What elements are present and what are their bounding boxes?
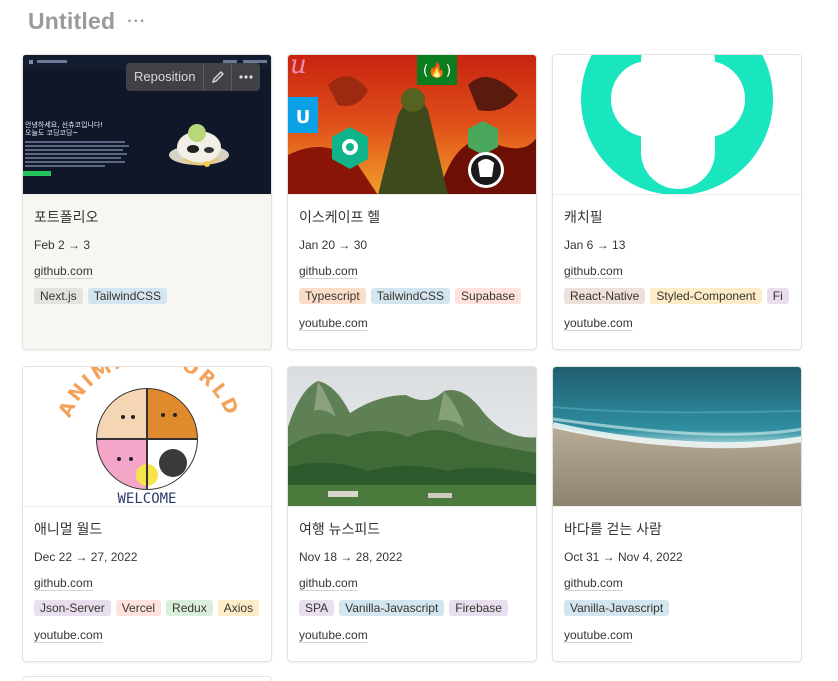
page-header: Untitled ··· xyxy=(28,6,146,36)
card-tags: Next.js TailwindCSS xyxy=(34,288,260,305)
card-cover-animal-world: ANIMAL WORLD WELCOME xyxy=(23,367,271,507)
cover-controls: Reposition xyxy=(126,63,261,91)
plus-logo-image xyxy=(553,55,801,194)
more-horizontal-icon[interactable] xyxy=(232,63,260,91)
card-link-youtube[interactable]: youtube.com xyxy=(299,626,525,644)
card-cover-portfolio: 안녕하세요, 선츄코입니다! 오늘도 코딩코딩~ Reposition xyxy=(23,55,271,195)
card-tags: React-Native Styled-Component Fi xyxy=(564,288,790,305)
more-options-icon[interactable]: ··· xyxy=(127,14,146,30)
gallery-grid: 안녕하세요, 선츄코입니다! 오늘도 코딩코딩~ Reposition 포트폴리… xyxy=(22,54,804,662)
card-title: 애니멀 월드 xyxy=(34,521,103,537)
svg-text:u: u xyxy=(290,55,307,80)
gallery-card-catchpill[interactable]: 캐치필 Jan 6 → 13 github.com React-Native S… xyxy=(552,54,802,350)
animal-world-logo-image: ANIMAL WORLD WELCOME xyxy=(23,367,271,507)
card-cover-travel-newsfeed xyxy=(288,367,536,507)
card-link-youtube[interactable]: youtube.com xyxy=(34,626,260,644)
gallery-card-partial[interactable] xyxy=(22,676,272,681)
card-tags: Vanilla-Javascript xyxy=(564,600,790,617)
tag: Vercel xyxy=(115,600,162,616)
svg-text:(🔥): (🔥) xyxy=(423,62,451,79)
tag: Typescript xyxy=(299,288,366,304)
card-link-youtube[interactable]: youtube.com xyxy=(564,626,790,644)
mountain-photo-image xyxy=(288,367,536,506)
gallery-card-sea-walker[interactable]: 바다를 걷는 사람 Oct 31 → Nov 4, 2022 github.co… xyxy=(552,366,802,662)
card-link-github[interactable]: github.com xyxy=(299,262,525,280)
card-date: Feb 2 → 3 xyxy=(34,238,91,252)
gallery-card-portfolio[interactable]: 안녕하세요, 선츄코입니다! 오늘도 코딩코딩~ Reposition 포트폴리… xyxy=(22,54,272,350)
tag: Next.js xyxy=(34,288,83,304)
gallery-card-travel-newsfeed[interactable]: 여행 뉴스피드 Nov 18 → 28, 2022 github.com SPA… xyxy=(287,366,537,662)
card-date: Dec 22 → 27, 2022 xyxy=(34,550,138,564)
card-link-youtube[interactable]: youtube.com xyxy=(564,314,790,332)
tag: Axios xyxy=(217,600,260,616)
card-title: 바다를 걷는 사람 xyxy=(564,521,662,537)
card-title: 여행 뉴스피드 xyxy=(299,521,381,537)
card-date: Jan 20 → 30 xyxy=(299,238,368,252)
tag: Supabase xyxy=(455,288,522,304)
card-link-github[interactable]: github.com xyxy=(299,574,525,592)
cover-headline-2: 오늘도 코딩코딩~ xyxy=(25,128,78,137)
svg-text:U: U xyxy=(296,107,311,128)
tag: Redux xyxy=(166,600,213,616)
cover-headline-1: 안녕하세요, 선츄코입니다! xyxy=(25,120,103,129)
card-title: 이스케이프 헬 xyxy=(299,209,381,225)
reposition-button[interactable]: Reposition xyxy=(126,63,205,91)
tag: Firebase xyxy=(449,600,508,616)
tag: Vanilla-Javascript xyxy=(564,600,670,616)
card-title: 포트폴리오 xyxy=(34,209,99,225)
tag: Fi xyxy=(766,288,789,304)
doom-artwork-image: u (🔥) U xyxy=(288,55,536,194)
card-date: Oct 31 → Nov 4, 2022 xyxy=(564,550,683,564)
card-link-github[interactable]: github.com xyxy=(564,262,790,280)
card-tags: Typescript TailwindCSS Supabase xyxy=(299,288,525,305)
tag: Vanilla-Javascript xyxy=(339,600,445,616)
card-date: Nov 18 → 28, 2022 xyxy=(299,550,403,564)
page-title[interactable]: Untitled xyxy=(28,8,115,35)
card-cover-escape-hell: u (🔥) U xyxy=(288,55,536,195)
card-link-github[interactable]: github.com xyxy=(564,574,790,592)
gallery-card-escape-hell[interactable]: u (🔥) U 이스케이프 헬 Jan 20 → 30 github.com T… xyxy=(287,54,537,350)
card-cover-catchpill xyxy=(553,55,801,195)
card-link-github[interactable]: github.com xyxy=(34,574,260,592)
card-link-github[interactable]: github.com xyxy=(34,262,260,280)
edit-pencil-icon[interactable] xyxy=(204,63,233,91)
gallery-card-animal-world[interactable]: ANIMAL WORLD WELCOME 애니멀 월드 Dec 22 → 27,… xyxy=(22,366,272,662)
card-tags: SPA Vanilla-Javascript Firebase xyxy=(299,600,525,617)
tag: Json-Server xyxy=(34,600,111,616)
card-link-youtube[interactable]: youtube.com xyxy=(299,314,525,332)
tag: SPA xyxy=(299,600,335,616)
tag: TailwindCSS xyxy=(87,288,168,304)
beach-photo-image xyxy=(553,367,801,506)
card-title: 캐치필 xyxy=(564,209,603,225)
tag: Styled-Component xyxy=(650,288,762,304)
tag: TailwindCSS xyxy=(370,288,451,304)
card-cover-sea-walker xyxy=(553,367,801,507)
card-tags: Json-Server Vercel Redux Axios xyxy=(34,600,260,617)
welcome-text: WELCOME xyxy=(117,491,176,507)
card-date: Jan 6 → 13 xyxy=(564,238,626,252)
tag: React-Native xyxy=(564,288,646,304)
